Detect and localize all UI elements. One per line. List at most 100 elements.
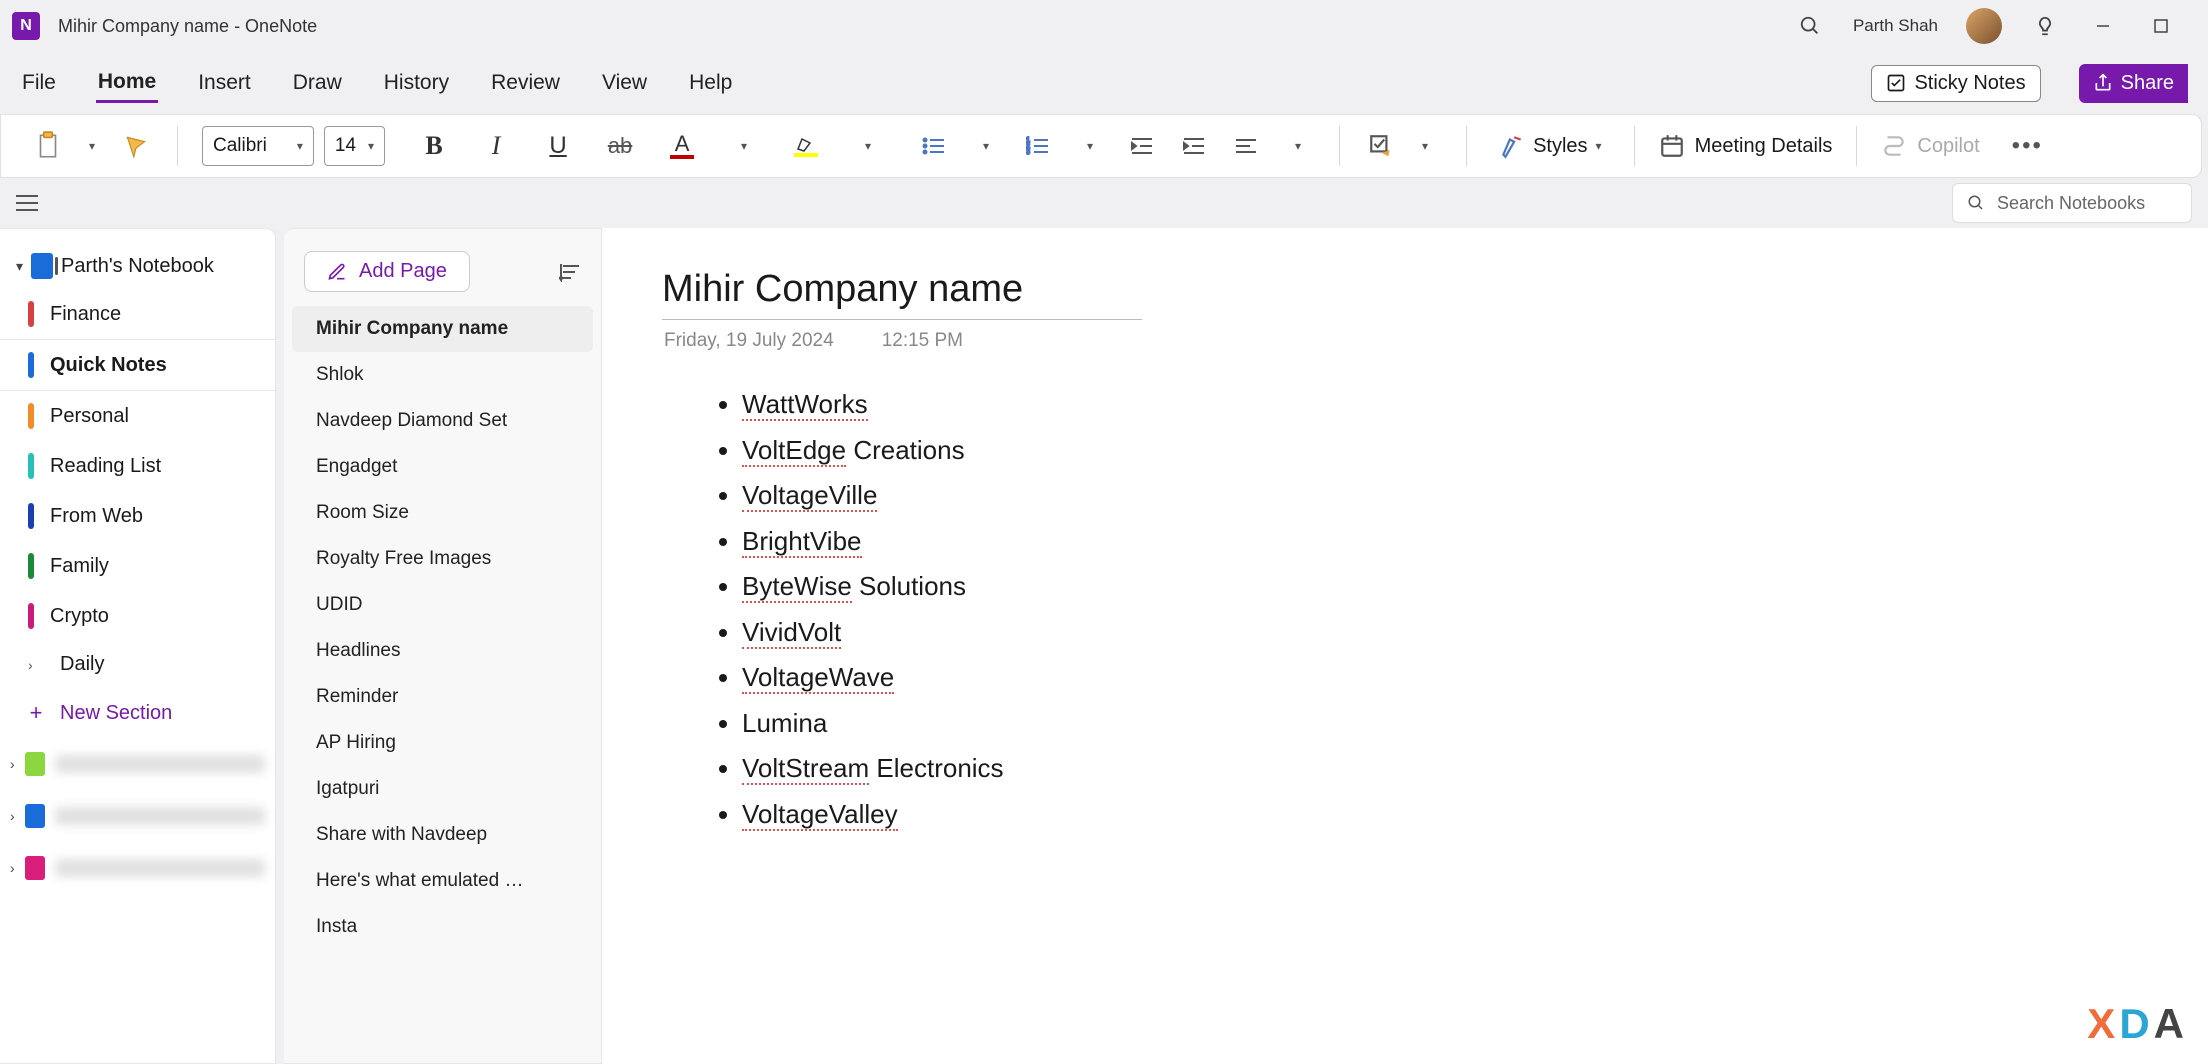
menu-view[interactable]: View [600, 65, 649, 101]
menu-file[interactable]: File [20, 65, 58, 101]
menu-draw[interactable]: Draw [291, 65, 344, 101]
page-item[interactable]: Reminder [292, 674, 593, 720]
align-button[interactable] [1229, 126, 1263, 166]
indent-button[interactable] [1177, 126, 1211, 166]
list-item[interactable]: VoltStream Electronics [742, 746, 2208, 792]
chevron-right-icon: › [10, 860, 15, 876]
tags-button[interactable] [1364, 126, 1398, 166]
page-item[interactable]: Share with Navdeep [292, 812, 593, 858]
search-icon[interactable] [1795, 11, 1825, 41]
copilot-label: Copilot [1917, 135, 1979, 158]
minimize-button[interactable] [2088, 11, 2118, 41]
menu-history[interactable]: History [382, 65, 451, 101]
italic-button[interactable]: I [479, 126, 513, 166]
sticky-notes-button[interactable]: Sticky Notes [1871, 65, 2040, 102]
page-item[interactable]: Royalty Free Images [292, 536, 593, 582]
paste-button[interactable] [31, 126, 65, 166]
user-name[interactable]: Parth Shah [1853, 16, 1938, 36]
spellcheck-word: VoltageValley [742, 799, 898, 831]
font-color-dropdown[interactable]: ▾ [727, 126, 761, 166]
list-item[interactable]: VoltEdge Creations [742, 428, 2208, 474]
text: Creations [846, 435, 965, 465]
maximize-button[interactable] [2146, 11, 2176, 41]
font-color-button[interactable]: A [665, 126, 699, 166]
notebook-header[interactable]: ▾ Parth's Notebook [0, 243, 275, 289]
avatar[interactable] [1966, 8, 2002, 44]
section-finance[interactable]: Finance [0, 289, 275, 339]
list-item[interactable]: VividVolt [742, 610, 2208, 656]
menu-review[interactable]: Review [489, 65, 562, 101]
page-item[interactable]: Insta [292, 904, 593, 950]
font-size-select[interactable]: 14▾ [324, 126, 385, 166]
lightbulb-icon[interactable] [2030, 11, 2060, 41]
page-item[interactable]: Here's what emulated … [292, 858, 593, 904]
font-name-select[interactable]: Calibri▾ [202, 126, 314, 166]
paste-dropdown[interactable]: ▾ [75, 126, 109, 166]
note-canvas[interactable]: Mihir Company name Friday, 19 July 2024 … [602, 228, 2208, 1064]
add-page-button[interactable]: Add Page [304, 251, 470, 292]
highlight-button[interactable] [789, 126, 823, 166]
numbering-button[interactable]: 123 [1021, 126, 1055, 166]
list-item[interactable]: VoltageVille [742, 473, 2208, 519]
menu-insert[interactable]: Insert [196, 65, 253, 101]
section-label: Personal [50, 405, 129, 428]
meeting-details-button[interactable]: Meeting Details [1659, 133, 1833, 159]
section-daily[interactable]: › Daily [0, 641, 275, 688]
list-item[interactable]: ByteWise Solutions [742, 564, 2208, 610]
list-item[interactable]: WattWorks [742, 382, 2208, 428]
list-item[interactable]: Lumina [742, 701, 2208, 747]
note-bullet-list[interactable]: WattWorksVoltEdge CreationsVoltageVilleB… [662, 382, 2208, 837]
notebook-icon [25, 752, 45, 776]
section-from-web[interactable]: From Web [0, 491, 275, 541]
align-dropdown[interactable]: ▾ [1281, 126, 1315, 166]
outdent-button[interactable] [1125, 126, 1159, 166]
page-title[interactable]: Mihir Company name [662, 268, 1142, 320]
bullets-button[interactable] [917, 126, 951, 166]
text: Lumina [742, 708, 827, 738]
text: Solutions [852, 571, 966, 601]
list-item[interactable]: VoltageValley [742, 792, 2208, 838]
page-item[interactable]: Igatpuri [292, 766, 593, 812]
ribbon-overflow-button[interactable]: ••• [2012, 132, 2043, 160]
notebook-collapsed[interactable]: › [0, 842, 275, 894]
strikethrough-button[interactable]: ab [603, 126, 637, 166]
numbering-dropdown[interactable]: ▾ [1073, 126, 1107, 166]
styles-button[interactable]: Styles ▾ [1491, 133, 1610, 159]
sort-pages-button[interactable] [559, 262, 581, 282]
page-item[interactable]: Navdeep Diamond Set [292, 398, 593, 444]
section-quick-notes[interactable]: Quick Notes [0, 339, 275, 391]
nav-toggle-icon[interactable] [16, 194, 38, 212]
sections-sidebar: ▾ Parth's Notebook Finance Quick Notes Per… [0, 228, 276, 1064]
tags-dropdown[interactable]: ▾ [1408, 126, 1442, 166]
underline-button[interactable]: U [541, 126, 575, 166]
list-item[interactable]: VoltageWave [742, 655, 2208, 701]
new-section-button[interactable]: + New Section [0, 688, 275, 738]
page-item[interactable]: Headlines [292, 628, 593, 674]
section-label: Finance [50, 303, 121, 326]
highlight-dropdown[interactable]: ▾ [851, 126, 885, 166]
page-item[interactable]: Shlok [292, 352, 593, 398]
notebook-collapsed[interactable]: › [0, 738, 275, 790]
menu-home[interactable]: Home [96, 64, 158, 103]
bullets-dropdown[interactable]: ▾ [969, 126, 1003, 166]
section-label: Quick Notes [50, 354, 167, 377]
page-item[interactable]: UDID [292, 582, 593, 628]
section-reading-list[interactable]: Reading List [0, 441, 275, 491]
section-family[interactable]: Family [0, 541, 275, 591]
list-item[interactable]: BrightVibe [742, 519, 2208, 565]
page-item[interactable]: AP Hiring [292, 720, 593, 766]
menu-help[interactable]: Help [687, 65, 734, 101]
notebook-name: Parth's Notebook [61, 255, 214, 278]
format-painter-button[interactable] [119, 126, 153, 166]
page-item[interactable]: Engadget [292, 444, 593, 490]
search-placeholder: Search Notebooks [1997, 193, 2145, 214]
page-item[interactable]: Mihir Company name [292, 306, 593, 352]
section-personal[interactable]: Personal [0, 391, 275, 441]
notebook-collapsed[interactable]: › [0, 790, 275, 842]
bold-button[interactable]: B [417, 126, 451, 166]
page-item[interactable]: Room Size [292, 490, 593, 536]
main-area: ▾ Parth's Notebook Finance Quick Notes Per… [0, 228, 2208, 1064]
share-button[interactable]: Share [2079, 64, 2188, 103]
search-notebooks-input[interactable]: Search Notebooks [1952, 183, 2192, 223]
section-crypto[interactable]: Crypto [0, 591, 275, 641]
